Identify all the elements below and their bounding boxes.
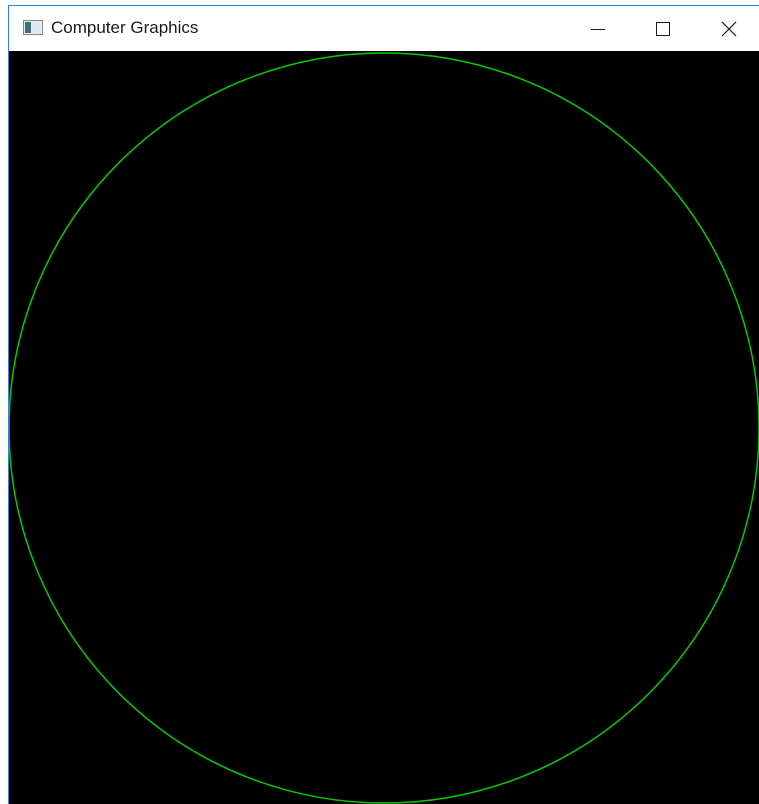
- maximize-icon: [655, 21, 671, 37]
- minimize-icon: [590, 21, 606, 37]
- minimize-button[interactable]: [575, 6, 621, 51]
- title-bar[interactable]: Computer Graphics: [9, 6, 759, 51]
- drawing-canvas[interactable]: [9, 51, 759, 804]
- canvas-svg: [9, 52, 759, 804]
- app-window: Computer Graphics: [0, 0, 759, 804]
- green-circle: [9, 52, 759, 804]
- close-button[interactable]: [706, 6, 752, 51]
- close-icon: [721, 21, 737, 37]
- window-title: Computer Graphics: [51, 18, 199, 37]
- app-window-icon: [23, 20, 43, 35]
- maximize-button[interactable]: [640, 6, 686, 51]
